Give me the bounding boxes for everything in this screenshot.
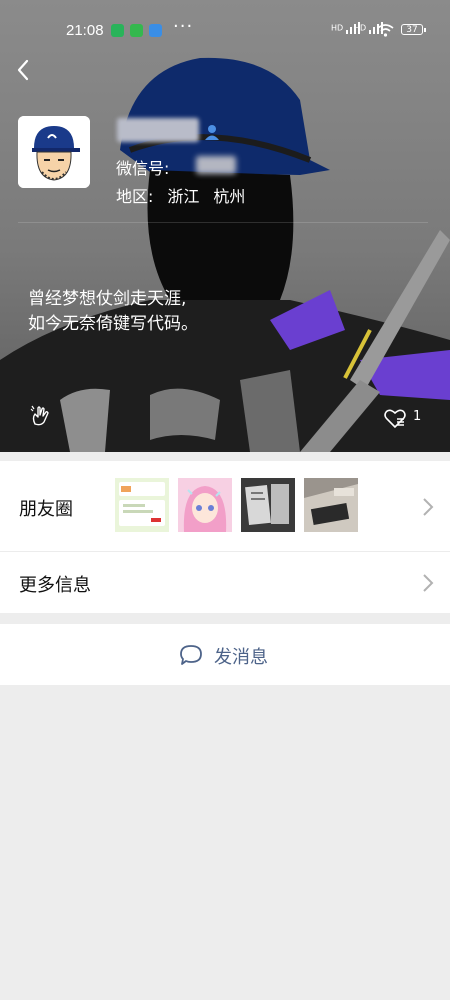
wifi-icon [377, 24, 394, 37]
more-info-row[interactable]: 更多信息 [0, 551, 450, 614]
profile-divider [18, 222, 428, 223]
send-message-button[interactable]: 发消息 [0, 624, 450, 685]
moments-row[interactable]: 朋友圈 [0, 461, 450, 551]
download-icon [130, 24, 143, 37]
moments-thumbnail-3 [241, 478, 295, 532]
cloud-icon [149, 24, 162, 37]
moments-thumbnail-1 [115, 478, 169, 532]
pat-hand-icon[interactable] [29, 404, 53, 428]
region-city: 杭州 [213, 187, 246, 206]
moments-label: 朋友圈 [19, 499, 73, 520]
region-info: 地区: 浙江 杭州 [116, 183, 259, 207]
more-info-label: 更多信息 [19, 575, 91, 596]
status-time: 21:08 [66, 22, 104, 39]
chat-bubble-icon [180, 645, 202, 665]
moments-thumbnail-2 [178, 478, 232, 532]
profile-list-card: 朋友圈 更多信息 [0, 461, 450, 613]
back-arrow-icon[interactable] [12, 58, 36, 82]
avatar[interactable] [18, 116, 90, 188]
send-message-label: 发消息 [214, 647, 268, 668]
signature-line-2: 如今无奈倚键写代码。 [28, 314, 198, 334]
more-info-chevron-right-icon [423, 574, 434, 592]
battery-icon: 37 [401, 24, 426, 35]
nickname-blurred [117, 118, 199, 142]
more-notifications-icon: ··· [173, 16, 194, 37]
cover-illustration [0, 57, 450, 452]
region-label: 地区: [116, 187, 154, 206]
moments-chevron-right-icon [423, 498, 434, 516]
signature-line-1: 曾经梦想仗剑走天涯, [28, 289, 187, 309]
contact-person-icon [205, 125, 219, 140]
signature: 曾经梦想仗剑走天涯, 如今无奈倚键写代码。 [28, 287, 198, 337]
profile-cover: 21:08 ··· HD HD 37 微信号: 地区: 浙江 杭州 曾经梦想仗剑… [0, 0, 450, 452]
wechat-id-label: 微信号: [116, 159, 170, 178]
like-heart-icon[interactable] [383, 406, 407, 430]
like-count: 1 [413, 409, 422, 424]
region-province: 浙江 [167, 187, 200, 206]
shield-app-icon [111, 24, 124, 37]
action-card: 发消息 [0, 624, 450, 685]
wechat-id-blurred [196, 156, 236, 174]
moments-thumbnail-4 [304, 478, 358, 532]
status-bar: 21:08 ··· HD HD 37 [0, 0, 450, 60]
